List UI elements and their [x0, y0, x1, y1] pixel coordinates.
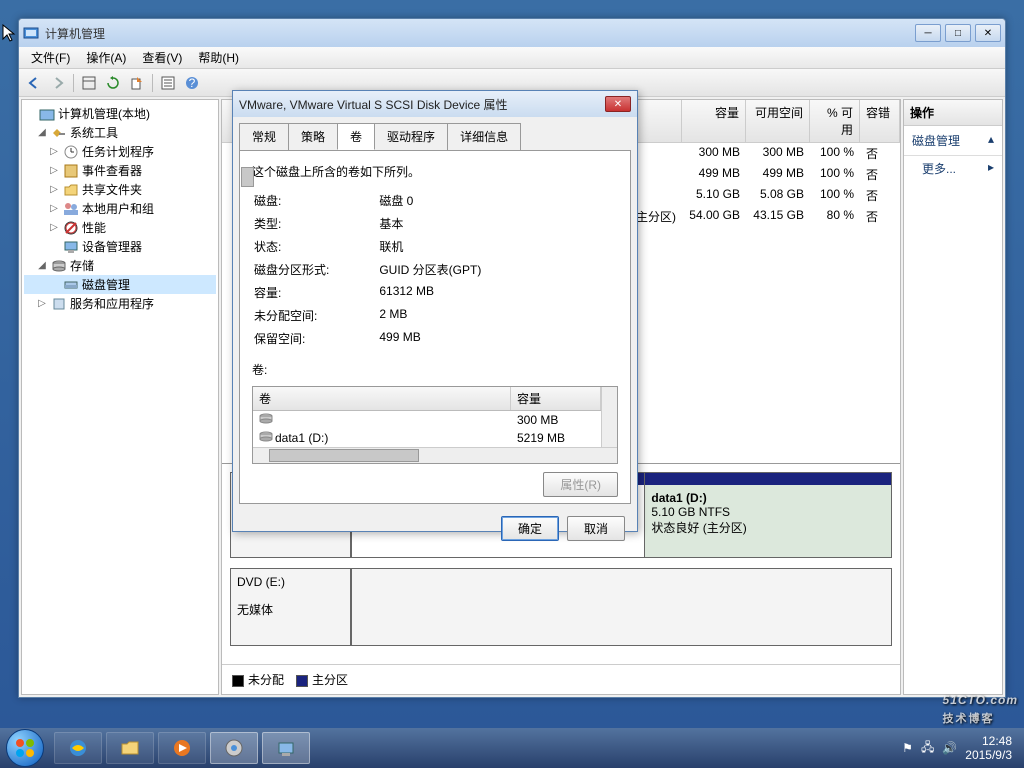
- export-button[interactable]: [126, 72, 148, 94]
- taskbar[interactable]: ⚑ 🖧 🔊 12:48 2015/9/3: [0, 728, 1024, 768]
- menu-view[interactable]: 查看(V): [134, 47, 190, 68]
- cancel-button[interactable]: 取消: [567, 516, 625, 541]
- titlebar[interactable]: 计算机管理 ─ □ ✕: [19, 19, 1005, 47]
- tab-general[interactable]: 常规: [239, 123, 289, 150]
- forward-button[interactable]: [47, 72, 69, 94]
- actions-panel: 操作 磁盘管理▴ 更多...▸: [903, 99, 1003, 695]
- tree-storage[interactable]: ◢存储: [24, 256, 216, 275]
- menu-file[interactable]: 文件(F): [23, 47, 78, 68]
- actions-more[interactable]: 更多...▸: [904, 156, 1002, 181]
- refresh-button[interactable]: [102, 72, 124, 94]
- legend-unalloc-swatch: [232, 675, 244, 687]
- tab-volumes[interactable]: 卷: [337, 123, 375, 150]
- maximize-button[interactable]: □: [945, 24, 971, 42]
- tab-policies[interactable]: 策略: [288, 123, 338, 150]
- tree-services[interactable]: ▷服务和应用程序: [24, 294, 216, 313]
- volume-properties-button[interactable]: 属性(R): [543, 472, 618, 497]
- tree-eventvwr[interactable]: ▷事件查看器: [24, 161, 216, 180]
- tree-devmgr[interactable]: 设备管理器: [24, 237, 216, 256]
- legend: 未分配 主分区: [222, 664, 900, 694]
- actions-header: 操作: [904, 100, 1002, 126]
- dialog-tabs: 常规 策略 卷 驱动程序 详细信息: [233, 117, 637, 150]
- app-icon: [23, 25, 39, 41]
- help-button[interactable]: ?: [181, 72, 203, 94]
- disk-properties-dialog: VMware, VMware Virtual S SCSI Disk Devic…: [232, 90, 638, 532]
- intro-text: 这个磁盘上所含的卷如下所列。: [252, 163, 618, 180]
- tray-volume-icon[interactable]: 🔊: [942, 741, 957, 755]
- tree-localusers[interactable]: ▷本地用户和组: [24, 199, 216, 218]
- actions-group[interactable]: 磁盘管理▴: [904, 126, 1002, 156]
- menu-action[interactable]: 操作(A): [78, 47, 134, 68]
- volumes-inner-list[interactable]: 卷 容量 300 MB data1 (D:)5219 MB: [252, 386, 618, 464]
- cdrom-label-cell: DVD (E:)无媒体: [231, 569, 351, 645]
- tree-systools[interactable]: ◢系统工具: [24, 123, 216, 142]
- menubar: 文件(F) 操作(A) 查看(V) 帮助(H): [19, 47, 1005, 69]
- task-ie[interactable]: [54, 732, 102, 764]
- inner-row[interactable]: data1 (D:)5219 MB: [253, 429, 601, 447]
- volume-icon: [253, 412, 269, 428]
- volumes-label: 卷:: [252, 361, 618, 378]
- inner-col-volume[interactable]: 卷: [253, 387, 511, 410]
- col-fault[interactable]: 容错: [860, 100, 900, 142]
- col-pct[interactable]: % 可用: [810, 100, 860, 142]
- tree-panel[interactable]: 计算机管理(本地) ◢系统工具 ▷任务计划程序 ▷事件查看器 ▷共享文件夹 ▷本…: [21, 99, 219, 695]
- tray-flag-icon[interactable]: ⚑: [902, 741, 913, 755]
- inner-row[interactable]: 300 MB: [253, 411, 601, 429]
- tree-scheduler[interactable]: ▷任务计划程序: [24, 142, 216, 161]
- watermark: 51CTO.com 技术博客: [943, 687, 1018, 726]
- tray-date: 2015/9/3: [965, 748, 1012, 762]
- inner-scrollbar-h[interactable]: [253, 447, 617, 463]
- tray-network-icon[interactable]: 🖧: [921, 738, 934, 759]
- inner-scrollbar-v[interactable]: [601, 387, 617, 447]
- partition-data1[interactable]: data1 (D:)5.10 GB NTFS状态良好 (主分区): [644, 473, 891, 557]
- window-title: 计算机管理: [45, 25, 915, 42]
- task-running-2[interactable]: [262, 732, 310, 764]
- legend-primary-swatch: [296, 675, 308, 687]
- dialog-title: VMware, VMware Virtual S SCSI Disk Devic…: [239, 96, 605, 113]
- tab-details[interactable]: 详细信息: [447, 123, 521, 150]
- chevron-right-icon: ▸: [988, 160, 994, 177]
- dialog-titlebar[interactable]: VMware, VMware Virtual S SCSI Disk Devic…: [233, 91, 637, 117]
- cdrom-row[interactable]: DVD (E:)无媒体: [230, 568, 892, 646]
- mouse-cursor: [2, 24, 18, 44]
- tree-diskmgmt[interactable]: 磁盘管理: [24, 275, 216, 294]
- ok-button[interactable]: 确定: [501, 516, 559, 541]
- tree-root[interactable]: 计算机管理(本地): [24, 104, 216, 123]
- tray-time: 12:48: [965, 734, 1012, 748]
- task-explorer[interactable]: [106, 732, 154, 764]
- tree-perf[interactable]: ▷性能: [24, 218, 216, 237]
- task-wmp[interactable]: [158, 732, 206, 764]
- col-capacity[interactable]: 容量: [682, 100, 746, 142]
- tree-root-label: 计算机管理(本地): [58, 105, 150, 122]
- menu-help[interactable]: 帮助(H): [190, 47, 247, 68]
- system-tray[interactable]: ⚑ 🖧 🔊 12:48 2015/9/3: [902, 734, 1018, 763]
- tree-shared[interactable]: ▷共享文件夹: [24, 180, 216, 199]
- col-free[interactable]: 可用空间: [746, 100, 810, 142]
- back-button[interactable]: [23, 72, 45, 94]
- dialog-close-button[interactable]: ✕: [605, 96, 631, 112]
- task-running-1[interactable]: [210, 732, 258, 764]
- inner-col-capacity[interactable]: 容量: [511, 387, 601, 410]
- properties-button[interactable]: [157, 72, 179, 94]
- svg-text:?: ?: [189, 76, 196, 90]
- close-button[interactable]: ✕: [975, 24, 1001, 42]
- minimize-button[interactable]: ─: [915, 24, 941, 42]
- collapse-icon: ▴: [988, 132, 994, 149]
- tab-body: 这个磁盘上所含的卷如下所列。 磁盘:磁盘 0 类型:基本 状态:联机 磁盘分区形…: [239, 150, 631, 504]
- view-button[interactable]: [78, 72, 100, 94]
- tab-driver[interactable]: 驱动程序: [374, 123, 448, 150]
- disk-info-table: 磁盘:磁盘 0 类型:基本 状态:联机 磁盘分区形式:GUID 分区表(GPT)…: [252, 188, 491, 351]
- start-button[interactable]: [6, 729, 44, 767]
- cdrom-empty: [351, 569, 891, 645]
- volume-icon: [253, 430, 269, 446]
